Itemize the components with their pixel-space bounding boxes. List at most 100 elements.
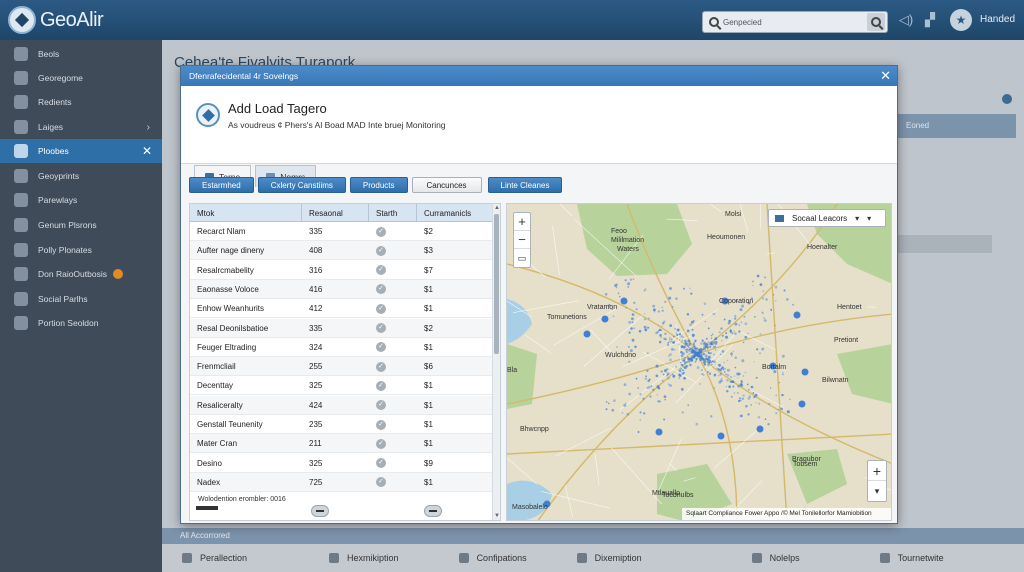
table-row[interactable]: Mater Cran 211 ✓ $1 bbox=[190, 434, 492, 454]
collapse-button[interactable] bbox=[424, 505, 442, 517]
estarmhed-button[interactable]: Estarmhed bbox=[189, 177, 254, 193]
collapse-button[interactable] bbox=[311, 505, 329, 517]
sidebar-item-geoyprints[interactable]: Geoyprints bbox=[0, 164, 162, 188]
zoom-in-button[interactable]: + bbox=[868, 461, 886, 481]
sidebar-item-polly-plonates[interactable]: Polly Plonates bbox=[0, 238, 162, 262]
sidebar-item-parewlays[interactable]: Parewlays bbox=[0, 188, 162, 212]
sidebar-item-georegome[interactable]: Georegome bbox=[0, 66, 162, 90]
chevron-down-icon[interactable]: ▾ bbox=[855, 214, 859, 223]
check-icon: ✓ bbox=[376, 361, 386, 372]
user-name[interactable]: Handed bbox=[980, 14, 1015, 25]
bottom-nav-item[interactable]: Hexmikiption bbox=[329, 553, 399, 563]
activity-dot bbox=[703, 302, 707, 305]
activity-dot bbox=[742, 341, 745, 344]
table-row[interactable]: Aufter nage dineny 408 ✓ $3 bbox=[190, 241, 492, 261]
sidebar-item-redients[interactable]: Redients bbox=[0, 90, 162, 114]
table-row[interactable]: Enhow Weanhurits 412 ✓ $1 bbox=[190, 299, 492, 319]
table-row[interactable]: Resalrcmabelity 316 ✓ $7 bbox=[190, 261, 492, 280]
zoom-out-button[interactable]: − bbox=[514, 231, 530, 249]
activity-dot bbox=[682, 365, 685, 368]
bottom-nav-item[interactable]: Nolelps bbox=[751, 553, 800, 563]
bottom-nav-item[interactable]: Dixemiption bbox=[576, 553, 642, 563]
fullscreen-button[interactable]: ▭ bbox=[514, 249, 530, 267]
location-marker[interactable] bbox=[655, 428, 663, 436]
column-header[interactable]: Starth bbox=[369, 204, 417, 222]
signal-icon[interactable]: ▞ bbox=[922, 12, 938, 28]
user-avatar[interactable]: ★ bbox=[950, 9, 972, 31]
layer-select[interactable]: Socaal Leacors ▾ ▾ bbox=[768, 209, 886, 227]
sidebar-item-portion-seoldon[interactable]: Portion Seoldon bbox=[0, 311, 162, 335]
location-marker[interactable] bbox=[601, 315, 609, 323]
sidebar-item-don-raiooutbosis[interactable]: Don RaioOutbosis bbox=[0, 262, 162, 286]
table-row[interactable]: Decenttay 325 ✓ $1 bbox=[190, 376, 492, 396]
app-logo[interactable]: GeoAlir bbox=[8, 6, 104, 34]
map-view[interactable]: + − ▭ Socaal Leacors ▾ ▾ + ▾ Sqlaart Com… bbox=[506, 203, 892, 521]
search-box[interactable]: Genpecied bbox=[702, 11, 888, 33]
table-row[interactable]: Resaliceralty 424 ✓ $1 bbox=[190, 395, 492, 415]
activity-dot bbox=[734, 356, 737, 359]
sidebar-item-beols[interactable]: Beols bbox=[0, 42, 162, 66]
table-row[interactable]: Feuger Eltrading 324 ✓ $1 bbox=[190, 338, 492, 357]
table-row[interactable]: Genstall Teunenity 235 ✓ $1 bbox=[190, 415, 492, 434]
sidebar-item-label: Don RaioOutbosis bbox=[38, 269, 107, 279]
bottom-nav-item[interactable]: Perallection bbox=[182, 553, 247, 563]
column-header[interactable]: Curramanicls bbox=[417, 204, 492, 222]
zoom-control[interactable]: + − ▭ bbox=[513, 212, 531, 268]
location-marker[interactable] bbox=[801, 368, 809, 376]
close-icon[interactable]: ✕ bbox=[142, 144, 152, 158]
table-row[interactable]: Desino 325 ✓ $9 bbox=[190, 454, 492, 473]
table-cell: Decenttay bbox=[197, 381, 234, 391]
scroll-up-icon[interactable]: ▲ bbox=[494, 205, 500, 211]
sidebar-item-social-parlhs[interactable]: Social Parlhs bbox=[0, 287, 162, 311]
bottom-nav-item[interactable]: Tournetwite bbox=[879, 553, 944, 563]
column-header[interactable]: Resaonal bbox=[302, 204, 369, 222]
activity-dot bbox=[703, 341, 706, 345]
panel-row[interactable] bbox=[898, 235, 992, 253]
scrollbar-thumb[interactable] bbox=[494, 214, 499, 354]
search-button[interactable] bbox=[867, 13, 885, 31]
speaker-icon[interactable]: ◁) bbox=[898, 12, 914, 28]
table-row[interactable]: Resal Deonilsbatioe 335 ✓ $2 bbox=[190, 318, 492, 338]
activity-dot bbox=[666, 372, 670, 376]
products-button[interactable]: Products bbox=[349, 177, 408, 193]
table-row[interactable]: Frenmcliail 255 ✓ $6 bbox=[190, 357, 492, 377]
cxlerty-canstiims-button[interactable]: Cxlerty Canstiims bbox=[257, 177, 346, 193]
activity-dot bbox=[687, 404, 689, 406]
sidebar-item-genum-plsrons[interactable]: Genum Plsrons bbox=[0, 213, 162, 237]
column-header[interactable]: Mtok bbox=[190, 204, 302, 222]
activity-dot bbox=[709, 343, 712, 346]
close-icon[interactable]: ✕ bbox=[880, 68, 891, 84]
scroll-down-icon[interactable]: ▼ bbox=[494, 513, 500, 519]
zoom-out-button[interactable]: ▾ bbox=[868, 481, 886, 501]
bottom-nav-item[interactable]: Confipations bbox=[458, 553, 527, 563]
table-icon bbox=[14, 316, 28, 330]
activity-dot bbox=[669, 353, 672, 356]
table-row[interactable]: Recarct Nlam 335 ✓ $2 bbox=[190, 222, 492, 241]
location-marker[interactable] bbox=[798, 400, 806, 408]
sidebar-item-laiges[interactable]: Laiges › bbox=[0, 115, 162, 139]
zoom-control-secondary[interactable]: + ▾ bbox=[867, 460, 887, 502]
location-marker[interactable] bbox=[717, 432, 725, 440]
chevron-down-icon[interactable]: ▾ bbox=[867, 214, 871, 223]
activity-dot bbox=[693, 345, 696, 348]
info-icon[interactable] bbox=[1002, 94, 1012, 104]
location-marker[interactable] bbox=[620, 297, 628, 305]
activity-dot bbox=[764, 418, 767, 420]
activity-dot bbox=[623, 403, 627, 407]
zoom-in-button[interactable]: + bbox=[514, 213, 530, 231]
scrollbar[interactable]: ▲ ▼ bbox=[492, 204, 500, 520]
activity-dot bbox=[661, 306, 663, 308]
location-marker[interactable] bbox=[756, 425, 764, 433]
sidebar-item-ploobes[interactable]: Ploobes ✕ bbox=[0, 139, 162, 163]
activity-dot bbox=[704, 349, 707, 351]
table-cell: ✓ bbox=[369, 376, 417, 395]
linte-cleanes-button[interactable]: Linte Cleanes bbox=[487, 177, 563, 193]
cancunces-button[interactable]: Cancunces bbox=[411, 177, 482, 193]
map-canvas[interactable] bbox=[507, 204, 892, 521]
location-marker[interactable] bbox=[793, 311, 801, 319]
activity-dot bbox=[628, 360, 631, 363]
location-marker[interactable] bbox=[583, 330, 591, 338]
search-input[interactable]: Genpecied bbox=[723, 18, 867, 27]
table-row[interactable]: Eaonasse Voloce 416 ✓ $1 bbox=[190, 279, 492, 299]
table-row[interactable]: Nadex 725 ✓ $1 bbox=[190, 472, 492, 492]
